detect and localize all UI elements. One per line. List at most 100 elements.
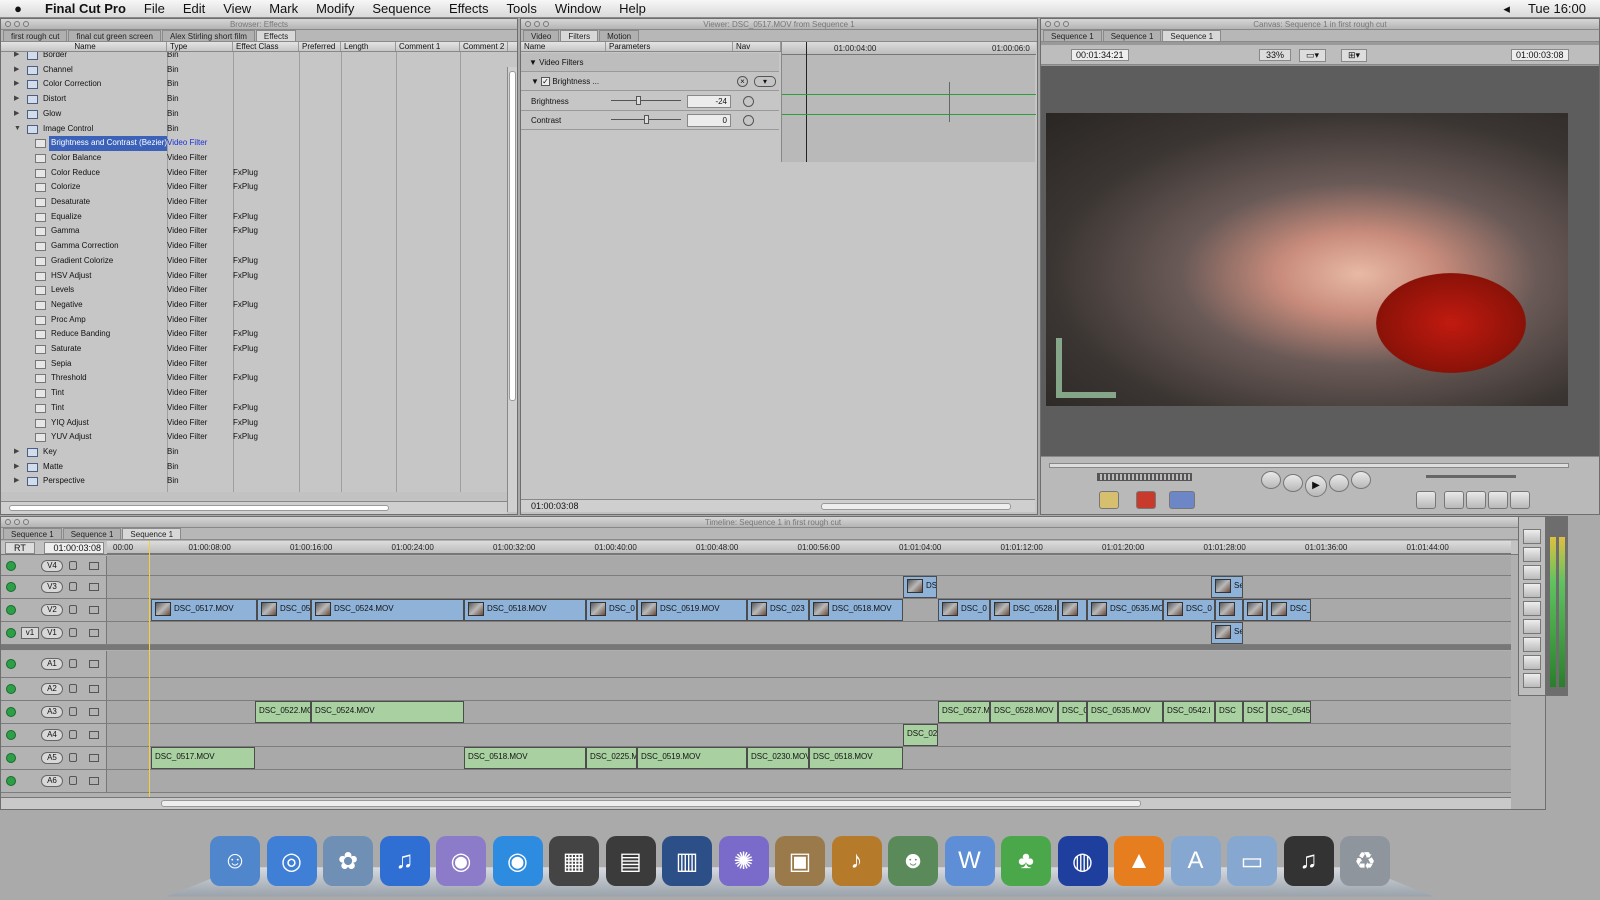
razor-tool-icon[interactable] (1523, 619, 1541, 634)
video-clip[interactable]: Seque (1211, 622, 1243, 644)
disclosure-closed-icon[interactable]: ▶ (14, 63, 19, 78)
menu-app[interactable]: Final Cut Pro (36, 1, 135, 16)
mark-out-icon[interactable] (1510, 491, 1530, 509)
effect-row[interactable]: Gamma Correction Video Filter (1, 239, 501, 254)
replace-edit-icon[interactable] (1169, 491, 1195, 509)
brightness-value-field[interactable]: -24 (687, 95, 731, 108)
audio-clip[interactable]: DSC_0225.M (586, 747, 637, 769)
video-clip[interactable]: DSC_05 (257, 599, 311, 621)
video-clip[interactable]: DSC_0535.MC (1087, 599, 1163, 621)
motion-icon[interactable]: ✺ (718, 836, 769, 886)
keyframe-button-icon[interactable] (743, 115, 754, 126)
disclosure-closed-icon[interactable]: ▶ (14, 474, 19, 489)
video-clip[interactable]: DSC_0528.I (990, 599, 1058, 621)
overlay-popup-icon[interactable]: ⊞▾ (1341, 49, 1368, 62)
track-label[interactable]: V2 (41, 604, 63, 616)
final-cut-pro-icon[interactable]: ▦ (549, 836, 599, 886)
track-visibility-icon[interactable] (6, 628, 16, 638)
effect-row[interactable]: Sepia Video Filter (1, 357, 501, 372)
clock[interactable]: Tue 16:00 (1528, 1, 1586, 16)
play-around-icon[interactable] (1329, 474, 1349, 492)
timeline-timecode[interactable]: 01:00:03:08 (44, 542, 104, 554)
viewer-timecode[interactable]: 01:00:03:08 (531, 501, 579, 511)
auto-select-icon[interactable] (89, 660, 99, 668)
bin-row[interactable]: ▶ Border Bin (1, 52, 501, 63)
effect-row[interactable]: Color Reduce Video Filter FxPlug (1, 166, 501, 181)
video-clip[interactable]: DSC_023 (747, 599, 809, 621)
crop-tool-icon[interactable] (1523, 655, 1541, 670)
effect-row[interactable]: Equalize Video Filter FxPlug (1, 210, 501, 225)
audio-clip[interactable]: DSC_0522.MO (255, 701, 311, 723)
bin-row[interactable]: ▶ Perspective Bin (1, 474, 501, 489)
canvas-tab-1[interactable]: Sequence 1 (1102, 30, 1162, 41)
video-clip[interactable]: DSC_0519.MOV (637, 599, 747, 621)
track-visibility-icon[interactable] (6, 582, 16, 592)
audio-clip[interactable]: DSC_0524.MOV (311, 701, 464, 723)
track-label[interactable]: V1 (41, 627, 63, 639)
bin-row[interactable]: ▶ Key Bin (1, 445, 501, 460)
brightness-filter-row[interactable]: ▼ ✓ Brightness ... × ▾ (521, 72, 779, 91)
filter-enabled-checkbox[interactable]: ✓ (541, 77, 551, 87)
track-label[interactable]: A2 (41, 683, 63, 695)
video-clip[interactable] (1058, 599, 1087, 621)
effect-row[interactable]: Color Balance Video Filter (1, 151, 501, 166)
video-clip[interactable]: DSC_0517.MOV (151, 599, 257, 621)
video-clip[interactable] (1243, 599, 1267, 621)
soundtrack-icon[interactable]: ▤ (605, 836, 656, 886)
apple-menu-icon[interactable]: ● (0, 1, 36, 16)
effect-row[interactable]: Gamma Video Filter FxPlug (1, 224, 501, 239)
track-label[interactable]: A1 (41, 658, 63, 670)
effect-row[interactable]: Reduce Banding Video Filter FxPlug (1, 327, 501, 342)
disclosure-closed-icon[interactable]: ▶ (14, 107, 19, 122)
overwrite-edit-icon[interactable] (1136, 491, 1156, 509)
slider-knob[interactable] (644, 115, 649, 124)
effect-row[interactable]: HSV Adjust Video Filter FxPlug (1, 269, 501, 284)
browser-tab-2[interactable]: Alex Stirling short film (161, 30, 255, 41)
effect-row[interactable]: YIQ Adjust Video Filter FxPlug (1, 416, 501, 431)
previous-edit-icon[interactable] (1261, 471, 1281, 489)
disclosure-closed-icon[interactable]: ▶ (14, 445, 19, 460)
effect-row[interactable]: Saturate Video Filter FxPlug (1, 342, 501, 357)
audio-clip[interactable]: DSC_0542.I (1163, 701, 1215, 723)
effect-row[interactable]: Tint Video Filter (1, 386, 501, 401)
audacity-icon[interactable]: ◍ (1057, 836, 1108, 886)
bin-row[interactable]: ▼ Image Control Bin (1, 122, 501, 137)
livetype-icon[interactable]: W (944, 836, 995, 886)
music-folder-icon[interactable]: ♫ (1283, 836, 1334, 886)
play-icon[interactable]: ▶ (1305, 475, 1327, 497)
roll-tool-icon[interactable] (1523, 583, 1541, 598)
track-visibility-icon[interactable] (6, 659, 16, 669)
effect-row[interactable]: Negative Video Filter FxPlug (1, 298, 501, 313)
lock-icon[interactable] (69, 659, 77, 668)
audio-clip[interactable]: DSC_0535.MOV (1087, 701, 1163, 723)
canvas-video-area[interactable] (1041, 66, 1599, 456)
auto-select-icon[interactable] (89, 685, 99, 693)
track-label[interactable]: V3 (41, 581, 63, 593)
canvas-scrubber[interactable] (1049, 463, 1569, 468)
track-visibility-icon[interactable] (6, 730, 16, 740)
column-comment-2[interactable]: Comment 2 (460, 42, 508, 51)
video-clip[interactable]: DSC_0518.MOV (809, 599, 903, 621)
effect-row[interactable]: Gradient Colorize Video Filter FxPlug (1, 254, 501, 269)
contrast-slider[interactable] (611, 115, 681, 124)
column-effect-class[interactable]: Effect Class (233, 42, 299, 51)
auto-select-icon[interactable] (89, 561, 99, 570)
effect-row[interactable]: Colorize Video Filter FxPlug (1, 180, 501, 195)
trash-icon[interactable]: ♻ (1340, 836, 1390, 886)
audio-clip[interactable]: DSC_0518.MOV (809, 747, 903, 769)
disclosure-closed-icon[interactable]: ▶ (14, 77, 19, 92)
shuttle-control[interactable] (1097, 473, 1192, 481)
video-clip[interactable]: Sequen (1211, 576, 1243, 598)
audio-clip[interactable]: DSC_0230.MOV (747, 747, 809, 769)
effect-row[interactable]: Brightness and Contrast (Bezier) Video Fi… (1, 136, 501, 151)
selection-tool-icon[interactable] (1523, 529, 1541, 544)
track-label[interactable]: A5 (41, 752, 63, 764)
audio-clip[interactable]: DSC_0527.M (938, 701, 990, 723)
audio-clip[interactable]: DSC_0519.MOV (637, 747, 747, 769)
bin-row[interactable]: ▶ Distort Bin (1, 92, 501, 107)
bin-row[interactable]: ▶ Glow Bin (1, 107, 501, 122)
audio-clip[interactable]: DSC_022 (903, 724, 938, 746)
menu-tools[interactable]: Tools (497, 1, 545, 16)
view-popup-icon[interactable]: ▭▾ (1299, 49, 1327, 62)
track-visibility-icon[interactable] (6, 776, 16, 786)
